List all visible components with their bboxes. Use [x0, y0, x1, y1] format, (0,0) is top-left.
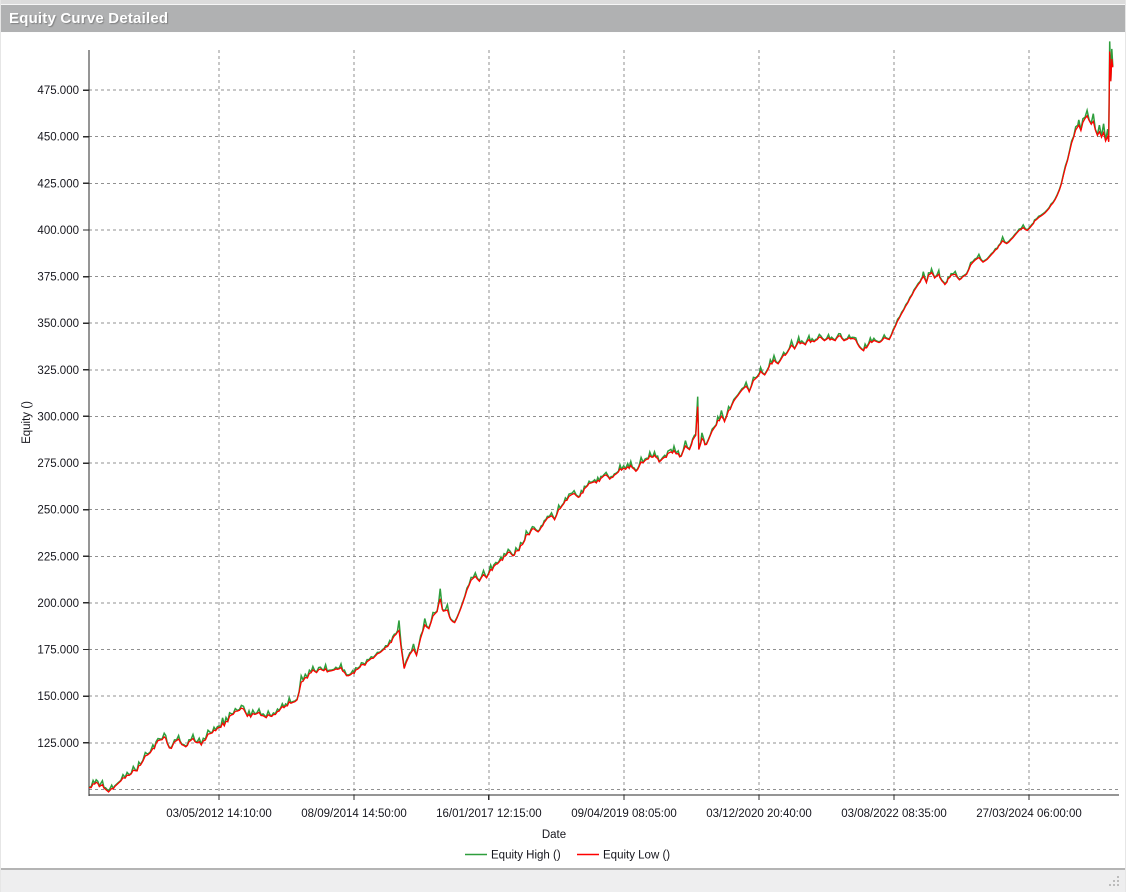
equity-low-line [89, 52, 1113, 793]
y-tick-label: 125.000 [37, 738, 79, 750]
y-tick-label: 225.000 [37, 551, 79, 563]
axes [83, 50, 1119, 800]
chart-legend: Equity High () Equity Low () [465, 850, 670, 862]
x-tick-label: 03/08/2022 08:35:00 [841, 808, 947, 820]
resize-grip-icon[interactable] [1109, 876, 1121, 888]
x-tick-label: 03/12/2020 20:40:00 [706, 808, 812, 820]
y-tick-label: 475.000 [37, 85, 79, 97]
y-tick-label: 275.000 [37, 458, 79, 470]
y-tick-label: 450.000 [37, 132, 79, 144]
chart-area: 475.000 450.000 425.000 400.000 375.000 350.0… [1, 33, 1126, 868]
y-tick-label: 325.000 [37, 365, 79, 377]
y-axis-title: Equity () [21, 401, 33, 444]
window-titlebar[interactable]: Equity Curve Detailed [1, 5, 1125, 33]
y-tick-label: 250.000 [37, 505, 79, 517]
y-tick-label: 200.000 [37, 598, 79, 610]
status-bar [1, 868, 1125, 892]
tick-labels: 475.000 450.000 425.000 400.000 375.000 350.0… [37, 85, 1081, 820]
gridlines [89, 50, 1119, 795]
legend-item-label: Equity High () [491, 850, 561, 862]
equity-curve-window: Equity Curve Detailed 475.000 450.000 425.… [0, 0, 1126, 892]
x-tick-label: 03/05/2012 14:10:00 [166, 808, 272, 820]
y-tick-label: 425.000 [37, 178, 79, 190]
legend-item-label: Equity Low () [603, 850, 670, 862]
y-tick-label: 400.000 [37, 225, 79, 237]
x-tick-label: 16/01/2017 12:15:00 [436, 808, 542, 820]
y-tick-label: 350.000 [37, 318, 79, 330]
x-axis-title: Date [542, 829, 566, 841]
x-tick-label: 09/04/2019 08:05:00 [571, 808, 677, 820]
y-tick-label: 300.000 [37, 411, 79, 423]
x-tick-label: 08/09/2014 14:50:00 [301, 808, 407, 820]
y-tick-label: 150.000 [37, 691, 79, 703]
y-tick-label: 375.000 [37, 272, 79, 284]
window-title: Equity Curve Detailed [1, 10, 168, 27]
y-tick-label: 175.000 [37, 645, 79, 657]
equity-curve-chart: 475.000 450.000 425.000 400.000 375.000 350.0… [1, 33, 1126, 868]
x-tick-label: 27/03/2024 06:00:00 [976, 808, 1082, 820]
